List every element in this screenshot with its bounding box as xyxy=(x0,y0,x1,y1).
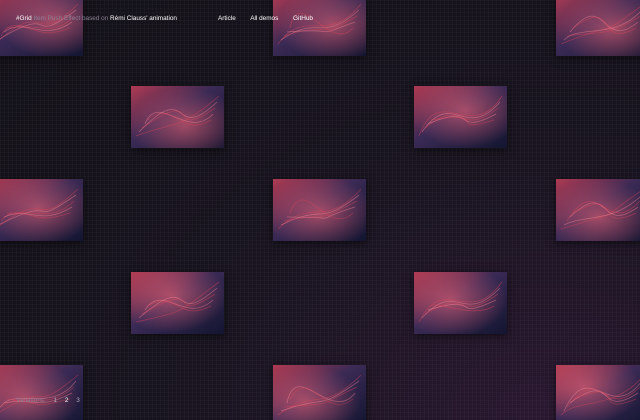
page-title: #Grid Item Push Effect based on Rémi Cla… xyxy=(16,14,177,24)
variation-1-link[interactable]: 1 xyxy=(54,397,58,404)
title-text: Item Push Effect based on xyxy=(33,15,109,22)
grid-item-12[interactable] xyxy=(273,365,366,420)
variations-switcher: Variations: 1 2 3 xyxy=(16,396,80,406)
nav-all-demos-link[interactable]: All demos xyxy=(250,15,278,22)
variations-label: Variations: xyxy=(16,397,46,404)
grid-item-7[interactable] xyxy=(273,179,366,241)
top-nav: Article All demos GitHub xyxy=(218,14,326,24)
grid-item-3[interactable] xyxy=(556,0,640,56)
variation-3-link[interactable]: 3 xyxy=(76,397,80,404)
grid-item-2[interactable] xyxy=(273,0,366,56)
credit-link[interactable]: Rémi Clauss' animation xyxy=(110,15,177,22)
grid-item-1[interactable] xyxy=(0,0,83,56)
grid-item-6[interactable] xyxy=(0,179,83,241)
grid-item-8[interactable] xyxy=(556,179,640,241)
grid-item-13[interactable] xyxy=(556,365,640,420)
site-header: #Grid Item Push Effect based on Rémi Cla… xyxy=(16,14,624,24)
nav-github-link[interactable]: GitHub xyxy=(293,15,313,22)
nav-article-link[interactable]: Article xyxy=(218,15,236,22)
grid-item-11[interactable] xyxy=(0,365,83,420)
title-hash: #Grid xyxy=(16,15,32,22)
grid-item-9[interactable] xyxy=(131,272,224,334)
grid-item-4[interactable] xyxy=(131,86,224,148)
grid-item-5[interactable] xyxy=(414,86,507,148)
variation-2-link[interactable]: 2 xyxy=(65,397,69,404)
grid-item-10[interactable] xyxy=(414,272,507,334)
